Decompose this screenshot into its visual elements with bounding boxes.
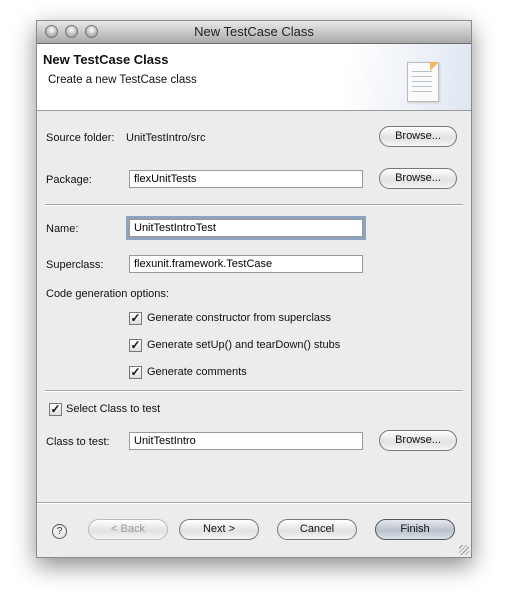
finish-button[interactable]: Finish	[375, 519, 455, 540]
class-to-test-label: Class to test:	[46, 436, 110, 448]
divider	[45, 390, 463, 392]
source-folder-label: Source folder:	[46, 132, 115, 144]
document-icon	[407, 62, 439, 102]
superclass-label: Superclass:	[46, 259, 104, 271]
setup-teardown-checkbox[interactable]: ✓	[129, 339, 142, 352]
divider	[37, 502, 471, 504]
browse-class-button[interactable]: Browse...	[379, 430, 457, 451]
resize-grip[interactable]	[459, 545, 469, 555]
page-title: New TestCase Class	[43, 52, 169, 67]
window-title: New TestCase Class	[194, 24, 314, 39]
name-input[interactable]	[129, 219, 363, 237]
browse-package-button[interactable]: Browse...	[379, 168, 457, 189]
cancel-button[interactable]: Cancel	[277, 519, 357, 540]
package-input[interactable]	[129, 170, 363, 188]
source-folder-value: UnitTestIntro/src	[126, 132, 206, 144]
constructor-checkbox[interactable]: ✓	[129, 312, 142, 325]
select-class-checkbox[interactable]: ✓	[49, 403, 62, 416]
minimize-window-button[interactable]	[65, 25, 78, 38]
package-label: Package:	[46, 174, 92, 186]
codegen-label: Code generation options:	[46, 288, 169, 300]
next-button[interactable]: Next >	[179, 519, 259, 540]
wizard-header: New TestCase Class Create a new TestCase…	[37, 44, 471, 111]
constructor-option-label: Generate constructor from superclass	[147, 312, 332, 324]
dialog-window: New TestCase Class New TestCase Class Cr…	[36, 20, 472, 558]
setup-teardown-option-label: Generate setUp() and tearDown() stubs	[147, 339, 341, 351]
page-subtitle: Create a new TestCase class	[48, 74, 197, 86]
superclass-input[interactable]	[129, 255, 363, 273]
title-bar: New TestCase Class	[37, 21, 471, 44]
browse-source-folder-button[interactable]: Browse...	[379, 126, 457, 147]
name-label: Name:	[46, 223, 79, 235]
comments-checkbox[interactable]: ✓	[129, 366, 142, 379]
comments-option-label: Generate comments	[147, 366, 247, 378]
select-class-label: Select Class to test	[66, 403, 161, 415]
help-icon[interactable]: ?	[52, 524, 67, 539]
class-to-test-input[interactable]	[129, 432, 363, 450]
back-button[interactable]: < Back	[88, 519, 168, 540]
close-window-button[interactable]	[45, 25, 58, 38]
divider	[45, 204, 463, 206]
zoom-window-button[interactable]	[85, 25, 98, 38]
